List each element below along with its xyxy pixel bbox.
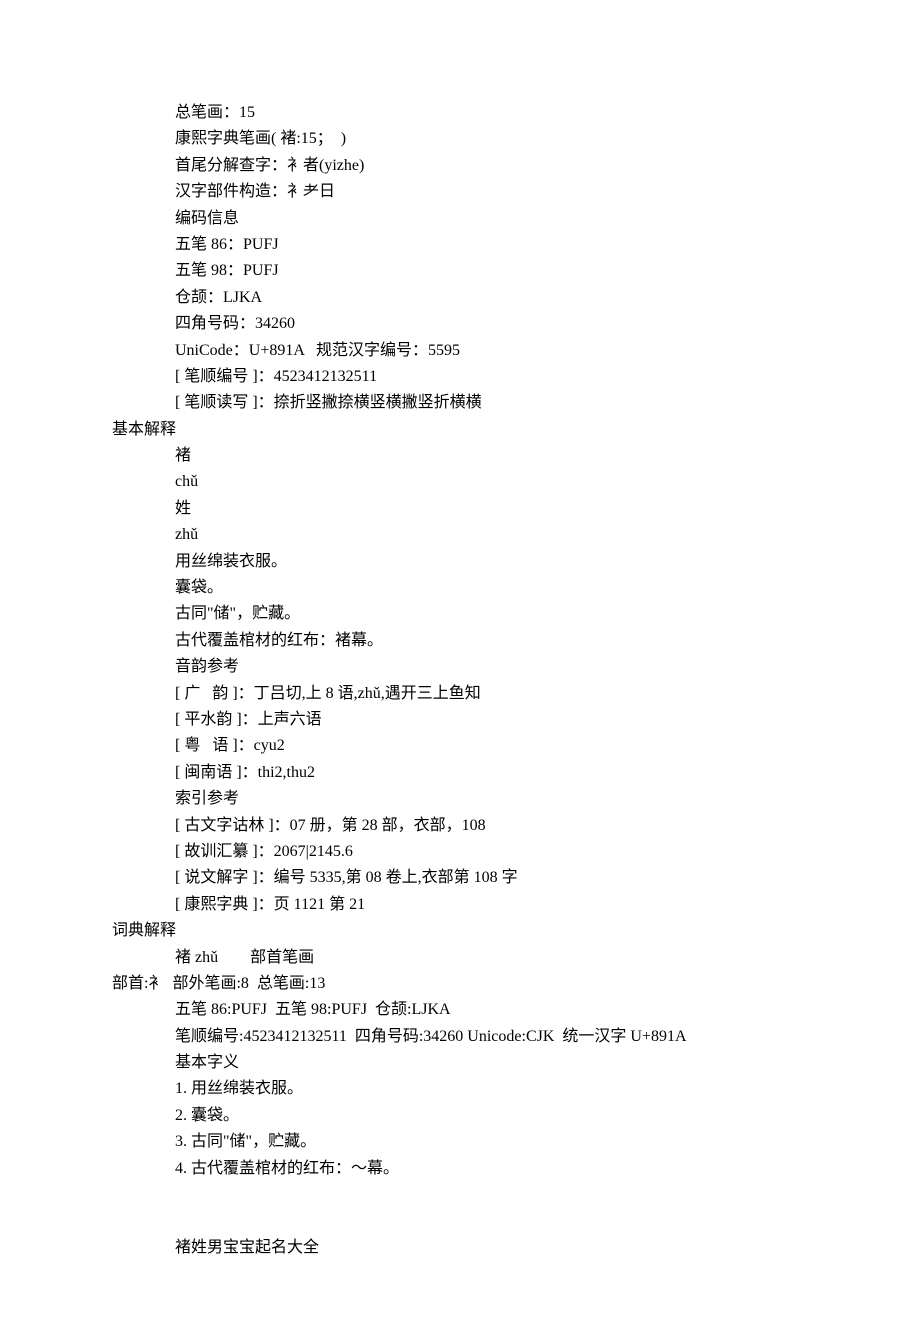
text-line: [ 康熙字典 ]：页 1121 第 21	[0, 892, 920, 918]
text-line: 索引参考	[0, 786, 920, 812]
text-line: 音韵参考	[0, 654, 920, 680]
text-line: 2. 囊袋。	[0, 1103, 920, 1129]
text-line: 部首:衤 部外笔画:8 总笔画:13	[0, 971, 920, 997]
text-line: [ 粤 语 ]：cyu2	[0, 733, 920, 759]
text-line: 编码信息	[0, 206, 920, 232]
text-line: 姓	[0, 496, 920, 522]
text-line: [ 笔顺编号 ]：4523412132511	[0, 364, 920, 390]
text-line: 褚 zhǔ 部首笔画	[0, 945, 920, 971]
text-line: 五笔 98：PUFJ	[0, 258, 920, 284]
text-line	[0, 1208, 920, 1234]
text-line: [ 笔顺读写 ]：捺折竖撇捺横竖横撇竖折横横	[0, 390, 920, 416]
text-line: 基本字义	[0, 1050, 920, 1076]
text-line: chǔ	[0, 469, 920, 495]
text-line: [ 古文字诂林 ]：07 册，第 28 部，衣部，108	[0, 813, 920, 839]
text-line: 康熙字典笔画( 褚:15； )	[0, 126, 920, 152]
text-line	[0, 1182, 920, 1208]
text-line: 褚	[0, 443, 920, 469]
text-line: 总笔画：15	[0, 100, 920, 126]
text-line: 笔顺编号:4523412132511 四角号码:34260 Unicode:CJ…	[0, 1024, 920, 1050]
text-line: 古同"储"，贮藏。	[0, 601, 920, 627]
text-line: 五笔 86:PUFJ 五笔 98:PUFJ 仓颉:LJKA	[0, 997, 920, 1023]
text-line: [ 广 韵 ]：丁吕切,上 8 语,zhǔ,遇开三上鱼知	[0, 681, 920, 707]
text-line: 五笔 86：PUFJ	[0, 232, 920, 258]
text-line: zhǔ	[0, 522, 920, 548]
text-line: 词典解释	[0, 918, 920, 944]
text-line: [ 故训汇纂 ]：2067|2145.6	[0, 839, 920, 865]
text-line: 首尾分解查字：衤者(yizhe)	[0, 153, 920, 179]
document-body: 总笔画：15康熙字典笔画( 褚:15； )首尾分解查字：衤者(yizhe)汉字部…	[0, 100, 920, 1261]
text-line: 4. 古代覆盖棺材的红布：～幕。	[0, 1156, 920, 1182]
text-line: 汉字部件构造：衤耂日	[0, 179, 920, 205]
text-line: 基本解释	[0, 417, 920, 443]
text-line: 仓颉：LJKA	[0, 285, 920, 311]
text-line: [ 平水韵 ]：上声六语	[0, 707, 920, 733]
text-line: 1. 用丝绵装衣服。	[0, 1076, 920, 1102]
text-line: 用丝绵装衣服。	[0, 549, 920, 575]
text-line: 囊袋。	[0, 575, 920, 601]
text-line: [ 闽南语 ]：thi2,thu2	[0, 760, 920, 786]
text-line: 褚姓男宝宝起名大全	[0, 1235, 920, 1261]
text-line: 3. 古同"储"，贮藏。	[0, 1129, 920, 1155]
text-line: UniCode：U+891A 规范汉字编号：5595	[0, 338, 920, 364]
text-line: 古代覆盖棺材的红布：褚幕。	[0, 628, 920, 654]
text-line: 四角号码：34260	[0, 311, 920, 337]
text-line: [ 说文解字 ]：编号 5335,第 08 卷上,衣部第 108 字	[0, 865, 920, 891]
